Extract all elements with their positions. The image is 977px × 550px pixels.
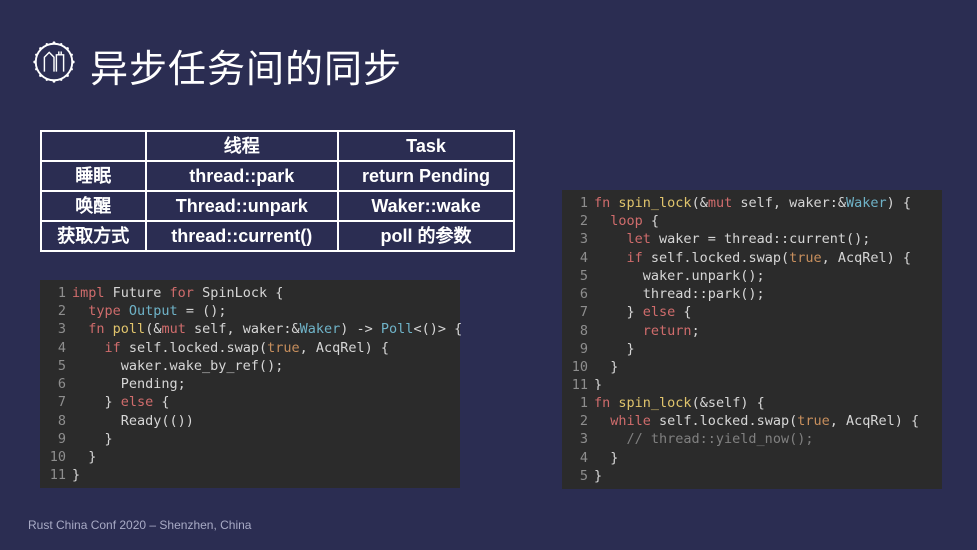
slide-title: 异步任务间的同步: [90, 38, 402, 93]
code-line: 2 type Output = ();: [44, 302, 452, 320]
code-line: 2 while self.locked.swap(true, AcqRel) {: [566, 412, 934, 430]
code-snippet-spin-lock-waker: 1fn spin_lock(&mut self, waker:&Waker) {…: [562, 190, 942, 398]
table-cell: return Pending: [338, 161, 514, 191]
code-snippet-impl-future: 1impl Future for SpinLock {2 type Output…: [40, 280, 460, 488]
code-line: 11}: [44, 466, 452, 484]
code-line: 8 Ready(()): [44, 412, 452, 430]
table-header: Task: [338, 131, 514, 161]
comparison-table: 线程 Task 睡眠 thread::park return Pending 唤…: [40, 130, 515, 252]
table-cell: poll 的参数: [338, 221, 514, 251]
code-line: 3 let waker = thread::current();: [566, 230, 934, 248]
table-cell: thread::current(): [146, 221, 339, 251]
code-line: 3 fn poll(&mut self, waker:&Waker) -> Po…: [44, 320, 452, 338]
code-line: 5 waker.wake_by_ref();: [44, 357, 452, 375]
table-row-label: 睡眠: [41, 161, 146, 191]
table-header: 线程: [146, 131, 339, 161]
code-line: 8 return;: [566, 322, 934, 340]
code-line: 1impl Future for SpinLock {: [44, 284, 452, 302]
footer-text: Rust China Conf 2020 – Shenzhen, China: [28, 518, 251, 532]
table-header-row: 线程 Task: [41, 131, 514, 161]
code-line: 7 } else {: [566, 303, 934, 321]
table-cell: Thread::unpark: [146, 191, 339, 221]
logo-icon: [30, 38, 78, 86]
table-cell: thread::park: [146, 161, 339, 191]
code-line: 5}: [566, 467, 934, 485]
code-line: 4 }: [566, 449, 934, 467]
code-line: 7 } else {: [44, 393, 452, 411]
table-cell: Waker::wake: [338, 191, 514, 221]
table-row: 唤醒 Thread::unpark Waker::wake: [41, 191, 514, 221]
table-header: [41, 131, 146, 161]
table-row-label: 获取方式: [41, 221, 146, 251]
code-snippet-spin-lock-simple: 1fn spin_lock(&self) {2 while self.locke…: [562, 390, 942, 489]
code-line: 1fn spin_lock(&mut self, waker:&Waker) {: [566, 194, 934, 212]
code-line: 10 }: [44, 448, 452, 466]
code-line: 3 // thread::yield_now();: [566, 430, 934, 448]
code-line: 6 Pending;: [44, 375, 452, 393]
code-line: 2 loop {: [566, 212, 934, 230]
code-line: 5 waker.unpark();: [566, 267, 934, 285]
code-line: 6 thread::park();: [566, 285, 934, 303]
code-line: 10 }: [566, 358, 934, 376]
table-row-label: 唤醒: [41, 191, 146, 221]
code-line: 4 if self.locked.swap(true, AcqRel) {: [566, 249, 934, 267]
table-row: 获取方式 thread::current() poll 的参数: [41, 221, 514, 251]
code-line: 1fn spin_lock(&self) {: [566, 394, 934, 412]
code-line: 9 }: [44, 430, 452, 448]
code-line: 4 if self.locked.swap(true, AcqRel) {: [44, 339, 452, 357]
code-line: 9 }: [566, 340, 934, 358]
table-row: 睡眠 thread::park return Pending: [41, 161, 514, 191]
